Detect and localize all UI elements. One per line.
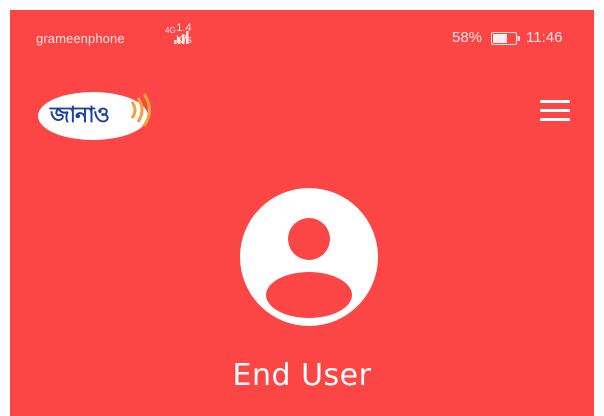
- avatar-head: [288, 218, 330, 260]
- battery-icon: [491, 32, 520, 45]
- battery-percent: 58%: [452, 29, 483, 46]
- menu-button[interactable]: [538, 98, 572, 124]
- hamburger-menu-icon: [540, 100, 570, 103]
- user-avatar-icon[interactable]: [240, 188, 378, 326]
- avatar-body: [266, 272, 352, 318]
- user-name: End User: [232, 358, 372, 393]
- clock: 11:46: [526, 29, 563, 46]
- hamburger-menu-icon: [540, 109, 570, 112]
- speed-unit: K/s: [176, 34, 192, 46]
- hamburger-menu-icon: [540, 118, 570, 121]
- carrier-name: grameenphone: [36, 31, 125, 46]
- logo-text: জানাও: [50, 103, 110, 128]
- app-logo: জানাও: [38, 86, 160, 146]
- app-screen: grameenphone 4G 1.4 K/s 58% 11:46 জানাও: [10, 10, 594, 416]
- network-speed: 1.4 K/s: [176, 22, 192, 46]
- status-bar: grameenphone 4G 1.4 K/s 58% 11:46: [10, 10, 594, 66]
- speed-value: 1.4: [176, 22, 192, 34]
- broadcast-waves-icon: [130, 93, 151, 127]
